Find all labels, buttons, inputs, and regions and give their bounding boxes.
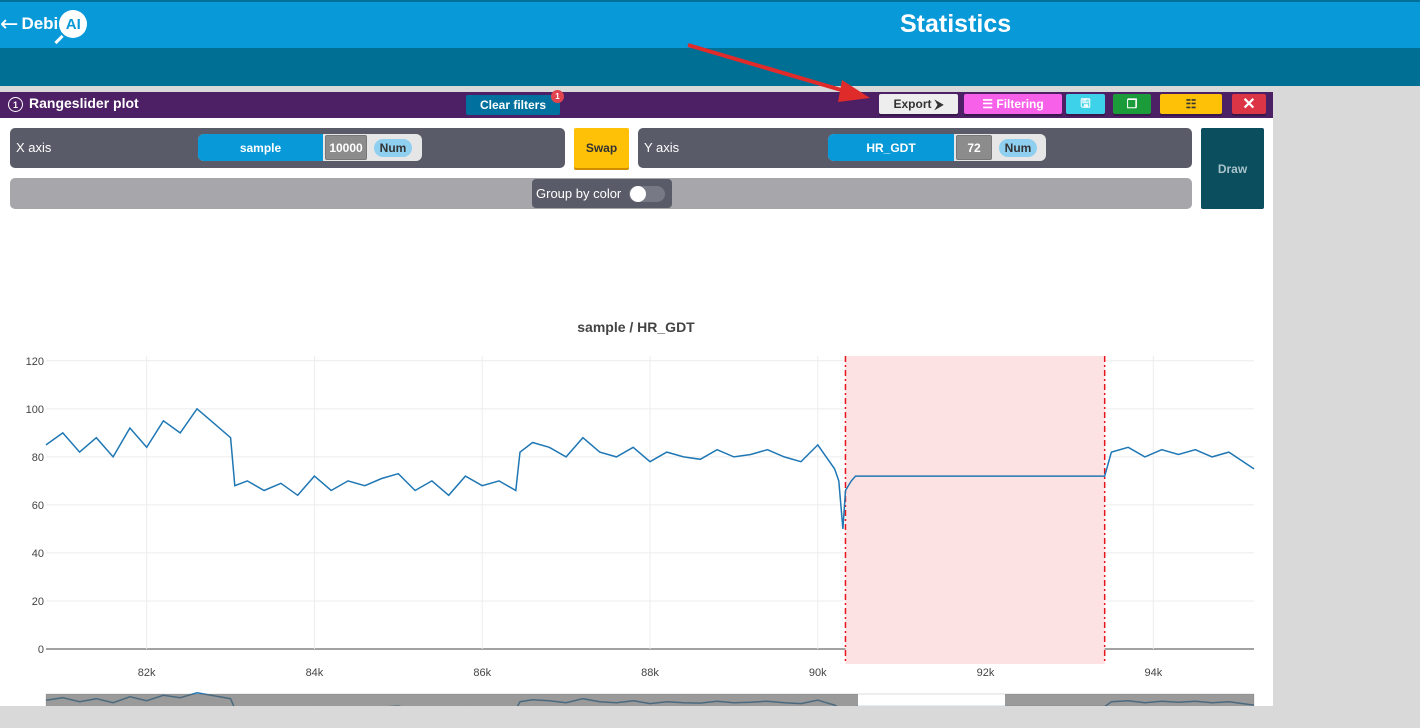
y-axis-label: Y axis (644, 140, 680, 155)
y-tick-label: 40 (32, 548, 44, 560)
y-tick-label: 100 (26, 404, 44, 416)
y-column-type: Num (999, 138, 1037, 157)
clear-filters-button[interactable]: Clear filters 1 (466, 90, 564, 115)
sub-header (0, 48, 1420, 86)
y-tick-label: 120 (26, 356, 44, 368)
y-tick-label: 20 (32, 596, 44, 608)
filter-count-badge: 1 (551, 90, 564, 103)
logo-badge: AI (59, 10, 88, 38)
x-column-type: Num (374, 138, 412, 157)
page-title: Statistics (900, 10, 1012, 38)
x-column-name[interactable]: sample (198, 134, 323, 161)
y-tick-label: 60 (32, 500, 44, 512)
info-icon[interactable]: 1 (8, 97, 23, 112)
rangeslider-chart[interactable]: sample / HR_GDT 0 20 40 60 80 100 120 82k 84k 86k… (0, 184, 1273, 706)
range-mask-right (1005, 694, 1254, 706)
filtering-button[interactable]: ☰ Filtering (964, 94, 1062, 114)
panel-title: Rangeslider plot (29, 95, 139, 111)
clear-filters-label: Clear filters (479, 98, 547, 112)
y-axis-selector: Y axis HR_GDT 72 Num (638, 128, 1192, 168)
x-tick-label: 82k (138, 667, 156, 679)
selection-range[interactable] (844, 356, 1106, 664)
x-tick-label: 86k (473, 667, 491, 679)
logo-text: Debi (21, 14, 59, 33)
y-column-pill[interactable]: HR_GDT 72 Num (828, 134, 1046, 161)
save-icon[interactable]: 🖫 (1066, 94, 1105, 114)
close-icon[interactable]: ✕ (1232, 94, 1266, 114)
x-tick-label: 92k (977, 667, 995, 679)
y-column-count: 72 (956, 135, 992, 160)
export-button[interactable]: Export ⮞ (879, 94, 958, 114)
app-header: ← Debi AI Statistics (0, 0, 1420, 48)
settings-icon[interactable]: ☷ (1160, 94, 1222, 114)
range-mask-left (46, 694, 858, 706)
copy-icon[interactable]: ❐ (1113, 94, 1151, 114)
range-slider[interactable] (45, 692, 1255, 706)
swap-button[interactable]: Swap (574, 128, 629, 168)
x-column-pill[interactable]: sample 10000 Num (198, 134, 422, 161)
y-tick-label: 80 (32, 452, 44, 464)
x-axis-selector: X axis sample 10000 Num (10, 128, 565, 168)
back-arrow-icon: ← (0, 11, 19, 37)
x-tick-label: 90k (809, 667, 827, 679)
x-tick-label: 88k (641, 667, 659, 679)
selection-band (845, 356, 1105, 664)
x-column-count: 10000 (325, 135, 367, 160)
back-button[interactable]: ← Debi AI (0, 10, 88, 38)
chart-title: sample / HR_GDT (577, 319, 695, 335)
rangeslider-plot-panel: 1 Rangeslider plot Clear filters 1 Expor… (0, 90, 1273, 706)
x-tick-label: 94k (1144, 667, 1162, 679)
x-tick-label: 84k (306, 667, 324, 679)
panel-titlebar[interactable]: 1 Rangeslider plot Clear filters 1 Expor… (0, 90, 1273, 118)
y-column-name[interactable]: HR_GDT (828, 134, 954, 161)
x-axis-label: X axis (16, 140, 52, 155)
y-tick-label: 0 (38, 644, 44, 656)
